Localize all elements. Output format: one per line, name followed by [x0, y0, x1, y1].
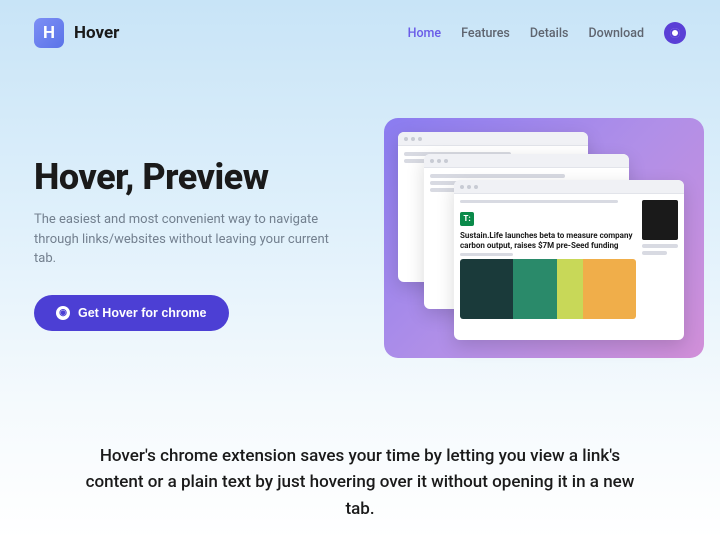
techcrunch-icon: T: [460, 212, 474, 226]
logo-icon: H [34, 18, 64, 48]
hero-illustration: T: Sustain.Life launches beta to measure… [384, 118, 686, 378]
nav-home[interactable]: Home [408, 26, 442, 41]
article-image [460, 259, 636, 319]
hero-title: Hover, Preview [34, 156, 364, 198]
header: H Hover Home Features Details Download [0, 0, 720, 48]
main-nav: Home Features Details Download [408, 22, 686, 44]
chrome-store-icon[interactable] [664, 22, 686, 44]
hero-copy: Hover, Preview The easiest and most conv… [34, 118, 364, 378]
hero-section: Hover, Preview The easiest and most conv… [0, 48, 720, 378]
preview-stack: T: Sustain.Life launches beta to measure… [384, 118, 704, 358]
cta-button[interactable]: ◉ Get Hover for chrome [34, 295, 229, 331]
nav-features[interactable]: Features [461, 26, 510, 41]
chrome-icon: ◉ [56, 306, 70, 320]
logo-letter: H [43, 23, 55, 43]
browser-window-front: T: Sustain.Life launches beta to measure… [454, 180, 684, 340]
article-headline: Sustain.Life launches beta to measure co… [460, 229, 636, 253]
nav-details[interactable]: Details [530, 26, 569, 41]
brand-name: Hover [74, 23, 119, 43]
tagline: Hover's chrome extension saves your time… [80, 443, 640, 522]
brand[interactable]: H Hover [34, 18, 119, 48]
nav-download[interactable]: Download [588, 26, 644, 41]
cta-label: Get Hover for chrome [78, 306, 207, 320]
hero-subtitle: The easiest and most convenient way to n… [34, 210, 334, 269]
